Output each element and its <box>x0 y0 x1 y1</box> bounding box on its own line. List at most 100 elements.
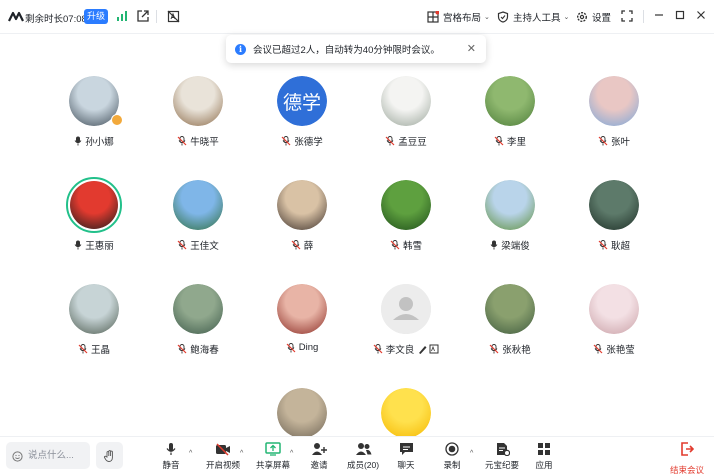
default-avatar[interactable] <box>381 284 431 334</box>
microphone-muted-icon <box>286 342 296 353</box>
participant-tile[interactable]: 李文良 <box>354 284 458 382</box>
info-icon: i <box>235 43 246 55</box>
end-meeting-button[interactable]: 结束会议 <box>665 441 709 474</box>
microphone-muted-icon <box>593 344 603 354</box>
avatar[interactable] <box>381 76 431 126</box>
participant-name: 王佳文 <box>190 241 219 252</box>
avatar-image <box>589 180 639 230</box>
microphone-muted-icon <box>78 344 88 354</box>
microphone-muted-icon <box>177 136 187 146</box>
participant-name-line: 薛 <box>250 238 354 252</box>
avatar[interactable] <box>589 180 639 230</box>
avatar-image <box>381 76 431 126</box>
members-icon <box>355 441 372 457</box>
avatar-image <box>381 284 431 334</box>
participant-tile[interactable]: 孙小娜 <box>42 76 146 174</box>
participant-name: 王晶 <box>90 345 110 356</box>
participant-tile[interactable]: 梁端俊 <box>458 180 562 278</box>
microphone-muted-icon <box>373 344 383 354</box>
notice-text: 会议已超过2人，自动转为40分钟限时会议。 <box>253 45 440 56</box>
avatar[interactable] <box>69 284 119 334</box>
avatar-image <box>485 180 535 230</box>
participant-name: 张德学 <box>294 137 323 148</box>
participant-tile[interactable]: 耿超 <box>562 180 666 278</box>
chevron-up-icon[interactable]: ^ <box>240 450 243 457</box>
avatar-image: 德学 <box>277 76 327 126</box>
avatar[interactable] <box>173 284 223 334</box>
participant-name: 耿超 <box>610 241 630 252</box>
participant-name: 薛 <box>303 241 314 252</box>
participant-tile[interactable]: 孟豆豆 <box>354 76 458 174</box>
participant-grid: 孙小娜 牛晓平 德学 张德学 孟豆豆 李里 张叶 王惠丽 王佳文薛韩雪 梁端俊 耿超 王晶 鲍海春 Din… <box>0 0 714 440</box>
annotation-pen-icon <box>417 344 439 354</box>
participant-tile[interactable]: 韩雪 <box>354 180 458 278</box>
microphone-button[interactable]: 静音 <box>155 441 187 473</box>
participant-tile[interactable]: 薛 <box>250 180 354 278</box>
participant-tile[interactable]: 张叶 <box>562 76 666 174</box>
smile-icon[interactable] <box>12 449 23 467</box>
participant-tile[interactable]: 张艳莹 <box>562 284 666 382</box>
avatar[interactable] <box>66 177 122 233</box>
participant-name: 张艳莹 <box>606 345 635 356</box>
video-off-icon <box>215 441 231 457</box>
apps-icon <box>537 441 551 457</box>
avatar-text: 德学 <box>282 92 321 114</box>
chevron-up-icon[interactable]: ^ <box>189 450 192 457</box>
tool-label: 录制 <box>443 460 461 470</box>
avatar[interactable] <box>485 284 535 334</box>
close-notice-icon[interactable]: ✕ <box>467 42 476 55</box>
share-screen-button[interactable]: 共享屏幕 <box>253 441 293 473</box>
avatar-image <box>70 181 118 229</box>
participant-name: Ding <box>298 342 319 353</box>
microphone-muted-icon <box>494 136 504 146</box>
participant-tile[interactable]: 李里 <box>458 76 562 174</box>
avatar-image <box>277 388 327 438</box>
avatar[interactable] <box>277 180 327 230</box>
share-screen-icon <box>265 441 281 457</box>
tool-label: 共享屏幕 <box>255 460 290 470</box>
avatar[interactable] <box>173 76 223 126</box>
participant-tile[interactable]: 德学张德学 <box>250 76 354 174</box>
avatar[interactable] <box>485 76 535 126</box>
participant-tile[interactable]: Ding <box>250 284 354 382</box>
participant-tile[interactable]: 王惠丽 <box>42 177 146 278</box>
participant-name-line: 李里 <box>458 134 562 148</box>
record-icon <box>445 441 459 457</box>
apps-button[interactable]: 应用 <box>532 441 556 473</box>
participant-name: 孟豆豆 <box>398 137 427 148</box>
participant-tile[interactable]: 牛晓平 <box>146 76 250 174</box>
video-off-button[interactable]: 开启视频 <box>203 441 243 473</box>
chevron-up-icon[interactable]: ^ <box>470 450 473 457</box>
participant-name-line: 耿超 <box>562 238 666 252</box>
avatar[interactable] <box>485 180 535 230</box>
avatar-image <box>381 180 431 230</box>
chat-button[interactable]: 聊天 <box>392 441 420 473</box>
avatar[interactable] <box>277 284 327 334</box>
participant-tile[interactable]: 张秋艳 <box>458 284 562 382</box>
avatar[interactable]: 德学 <box>277 76 327 126</box>
minutes-button[interactable]: 元宝纪要 <box>482 441 522 473</box>
avatar[interactable] <box>589 76 639 126</box>
participant-name-line: 李文良 <box>354 342 458 356</box>
avatar[interactable] <box>589 284 639 334</box>
avatar[interactable] <box>277 388 327 438</box>
avatar-image <box>589 76 639 126</box>
tool-label: 元宝纪要 <box>484 460 519 470</box>
participant-name-line: 韩雪 <box>354 238 458 252</box>
avatar-image <box>277 284 327 334</box>
microphone-icon <box>490 240 498 250</box>
raise-hand-button[interactable] <box>96 442 123 469</box>
participant-tile[interactable]: 鲍海春 <box>146 284 250 382</box>
avatar[interactable] <box>173 180 223 230</box>
record-button[interactable]: 录制 <box>438 441 466 473</box>
members-button[interactable]: 成员(20) <box>343 441 383 473</box>
microphone-muted-icon <box>177 240 187 250</box>
microphone-muted-icon <box>177 344 187 354</box>
chevron-up-icon[interactable]: ^ <box>290 450 293 457</box>
participant-tile[interactable]: 王佳文 <box>146 180 250 278</box>
invite-icon <box>311 441 327 457</box>
avatar[interactable] <box>381 180 431 230</box>
avatar[interactable] <box>381 388 431 438</box>
participant-tile[interactable]: 王晶 <box>42 284 146 382</box>
invite-button[interactable]: 邀请 <box>305 441 333 473</box>
